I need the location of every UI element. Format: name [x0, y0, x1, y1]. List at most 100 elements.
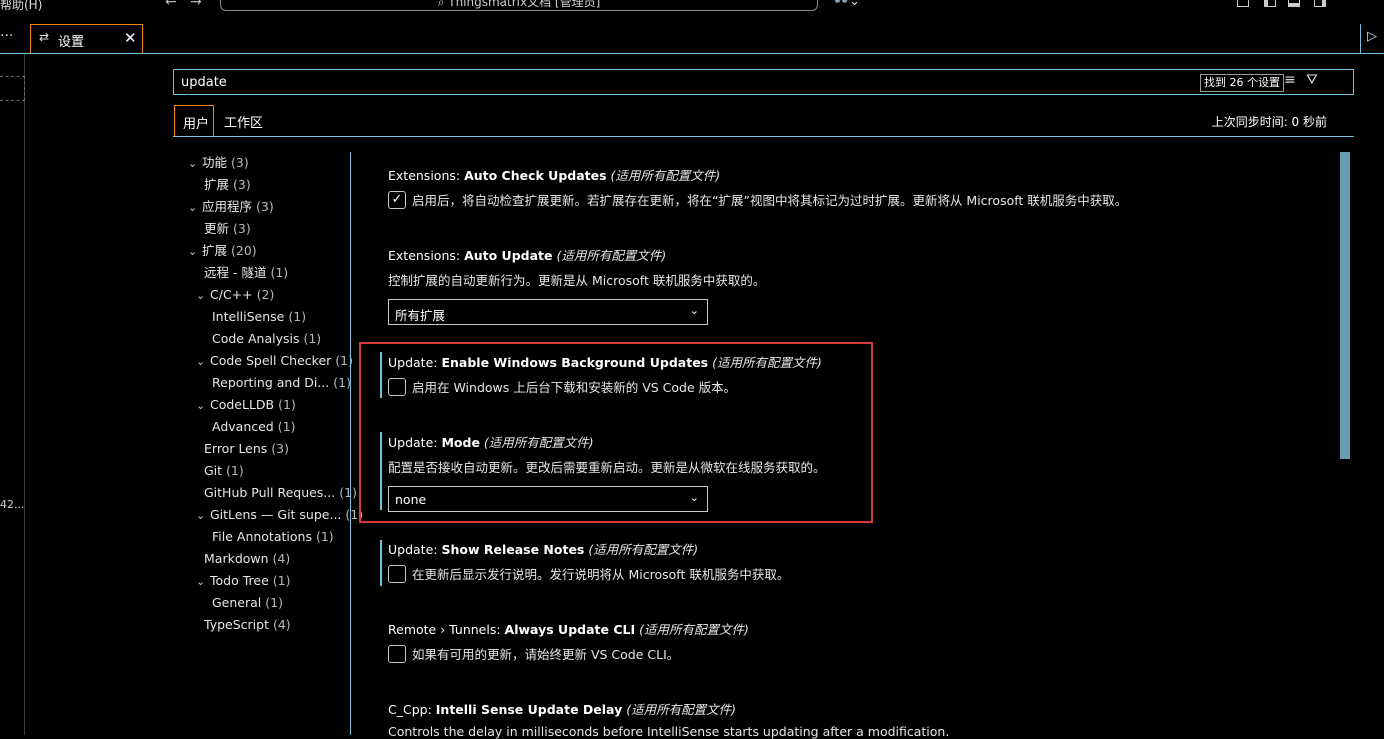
- toc-item-count: (2): [256, 287, 275, 302]
- toc-item-label: TypeScript: [204, 617, 269, 632]
- toc-item[interactable]: TypeScript (4): [204, 614, 291, 636]
- forward-arrow-icon[interactable]: →: [190, 0, 202, 10]
- toc-item[interactable]: ⌄ CodeLLDB (1): [196, 394, 296, 416]
- clear-filter-icon[interactable]: ≡: [1284, 72, 1296, 88]
- toc-item-label: 远程 - 隧道: [204, 265, 267, 280]
- toc-item-label: Reporting and Di...: [212, 375, 330, 390]
- customize-layout-icon[interactable]: [1237, 0, 1249, 7]
- selected-item-outline[interactable]: [0, 76, 25, 101]
- toc-item-count: (1): [277, 419, 296, 434]
- toc-item[interactable]: 扩展 (3): [204, 174, 251, 196]
- command-center[interactable]: ⌕ Thingsmatrix文档 [管理员]: [220, 0, 818, 11]
- setting-title: Extensions: Auto Check Updates (适用所有配置文件…: [388, 168, 721, 183]
- toc-item-label: General: [212, 595, 262, 610]
- toc-item-count: (1): [315, 529, 334, 544]
- toggle-panel-icon[interactable]: [1288, 0, 1300, 7]
- back-arrow-icon[interactable]: ←: [165, 0, 177, 10]
- toc-item[interactable]: Git (1): [204, 460, 244, 482]
- title-bar: 帮助(H) ← → ⌕ Thingsmatrix文档 [管理员] 👓⌄: [0, 0, 1384, 14]
- toc-item-label: GitLens — Git supe...: [210, 507, 342, 522]
- setting-title: C_Cpp: Intelli Sense Update Delay (适用所有配…: [388, 702, 736, 717]
- toc-item[interactable]: GitHub Pull Reques... (1): [204, 482, 357, 504]
- chevron-down-icon: ⌄: [196, 575, 206, 588]
- toc-item[interactable]: ⌄ 扩展 (20): [188, 240, 257, 262]
- toc-item-label: 扩展: [204, 177, 230, 192]
- toc-item-count: (3): [233, 221, 251, 236]
- chevron-down-icon: ⌄: [689, 304, 699, 317]
- toc-item-count: (4): [272, 617, 291, 632]
- search-input[interactable]: [174, 70, 1201, 94]
- toc-item-count: (1): [265, 595, 283, 610]
- toc-item-count: (1): [226, 463, 244, 478]
- toc-item-label: CodeLLDB: [210, 397, 275, 412]
- toc-item-label: IntelliSense: [212, 309, 285, 324]
- setting-auto-update: Extensions: Auto Update (适用所有配置文件) 控制扩展的…: [388, 245, 765, 325]
- modified-indicator: [380, 540, 382, 586]
- toc-item-label: 应用程序: [202, 199, 253, 214]
- close-icon[interactable]: ✕: [124, 29, 137, 47]
- setting-description: 如果有可用的更新，请始终更新 VS Code CLI。: [412, 647, 680, 662]
- toc-item-label: Advanced: [212, 419, 274, 434]
- filter-icon[interactable]: ⛛: [1306, 72, 1318, 88]
- toc-item-count: (1): [270, 265, 289, 280]
- toggle-sidebar-icon[interactable]: [1264, 0, 1276, 7]
- tab-workspace[interactable]: 工作区: [224, 112, 263, 131]
- toc-item[interactable]: ⌄ Code Spell Checker (1): [196, 350, 353, 372]
- setting-title: Update: Show Release Notes (适用所有配置文件): [388, 542, 699, 557]
- run-button[interactable]: ▷: [1360, 24, 1384, 53]
- toc-item-label: GitHub Pull Reques...: [204, 485, 336, 500]
- always-update-cli-checkbox[interactable]: [388, 644, 406, 663]
- toc-item[interactable]: General (1): [212, 592, 283, 614]
- toc-item-label: Code Analysis: [212, 331, 300, 346]
- toc-item[interactable]: Markdown (4): [204, 548, 290, 570]
- toc-item[interactable]: IntelliSense (1): [212, 306, 306, 328]
- toc-item[interactable]: ⌄ 功能 (3): [188, 152, 249, 174]
- play-icon: ▷: [1367, 29, 1377, 44]
- toc-item-label: 功能: [202, 155, 228, 170]
- tab-bar: ··· ⇄ 设置 ✕ ▷: [0, 24, 1384, 54]
- menu-help[interactable]: 帮助(H): [0, 0, 42, 13]
- result-count-badge: 找到 26 个设置: [1200, 74, 1284, 92]
- toc-item-count: (1): [288, 309, 307, 324]
- toc-item-count: (1): [333, 375, 351, 390]
- toggle-secondary-sidebar-icon[interactable]: [1314, 0, 1326, 7]
- toc-item[interactable]: ⌄ Todo Tree (1): [196, 570, 290, 592]
- toc-item-count: (1): [278, 397, 296, 412]
- toc-item[interactable]: 更新 (3): [204, 218, 251, 240]
- toc-item-count: (1): [303, 331, 322, 346]
- copilot-icon[interactable]: 👓⌄: [833, 0, 860, 9]
- setting-title: Extensions: Auto Update (适用所有配置文件): [388, 248, 667, 263]
- toc-item-count: (3): [256, 199, 274, 214]
- toc-item[interactable]: ⌄ C/C++ (2): [196, 284, 274, 306]
- setting-title: Remote › Tunnels: Always Update CLI (适用所…: [388, 622, 749, 637]
- toc-item[interactable]: Error Lens (3): [204, 438, 289, 460]
- toc-item-label: 扩展: [202, 243, 228, 258]
- release-notes-checkbox[interactable]: [388, 564, 406, 583]
- toc-item-count: (1): [272, 573, 291, 588]
- toc-item[interactable]: 远程 - 隧道 (1): [204, 262, 288, 284]
- auto-check-updates-checkbox[interactable]: ✓: [388, 190, 406, 209]
- toc-item-count: (20): [231, 243, 257, 258]
- tab-user[interactable]: 用户: [174, 105, 214, 136]
- toc-item[interactable]: File Annotations (1): [212, 526, 334, 548]
- toc-item[interactable]: Advanced (1): [212, 416, 295, 438]
- scrollbar-thumb[interactable]: [1340, 152, 1350, 459]
- truncated-label: 42...: [0, 498, 25, 511]
- setting-description: 在更新后显示发行说明。发行说明将从 Microsoft 联机服务中获取。: [412, 567, 790, 582]
- toc-item-label: C/C++: [210, 287, 253, 302]
- auto-update-dropdown[interactable]: 所有扩展 ⌄: [388, 299, 708, 325]
- tab-settings[interactable]: ⇄ 设置 ✕: [30, 24, 143, 53]
- toc-item-label: Error Lens: [204, 441, 268, 456]
- toc-item[interactable]: Code Analysis (1): [212, 328, 321, 350]
- toc-item[interactable]: Reporting and Di... (1): [212, 372, 351, 394]
- tab-user-label: 用户: [183, 117, 210, 132]
- toc-item[interactable]: ⌄ GitLens — Git supe... (1): [196, 504, 363, 526]
- toc-item[interactable]: ⌄ 应用程序 (3): [188, 196, 274, 218]
- toc-item-count: (3): [231, 155, 249, 170]
- setting-description: Controls the delay in milliseconds befor…: [388, 724, 950, 739]
- chevron-down-icon: ⌄: [188, 245, 198, 258]
- more-actions-icon[interactable]: ···: [0, 28, 13, 44]
- activity-strip: 42...: [0, 54, 25, 735]
- setting-description: 控制扩展的自动更新行为。更新是从 Microsoft 联机服务中获取的。: [388, 273, 766, 288]
- toc-item-label: Markdown: [204, 551, 269, 566]
